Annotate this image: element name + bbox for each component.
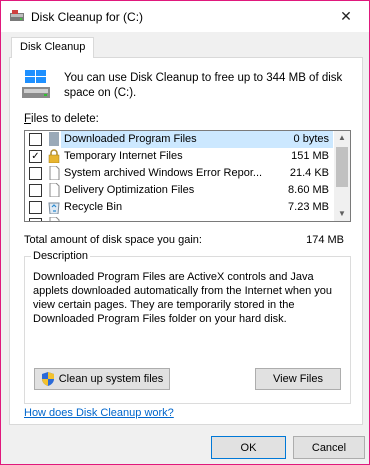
checkbox[interactable]	[29, 167, 42, 180]
blank-file-icon	[47, 132, 61, 146]
disk-cleanup-window: Disk Cleanup for (C:) ✕ Disk Cleanup You…	[0, 0, 370, 465]
files-to-delete-label: Files to delete:	[24, 113, 99, 125]
list-item[interactable]	[25, 216, 335, 221]
files-to-delete-list[interactable]: Downloaded Program Files 0 bytes ✓ Tempo…	[24, 130, 351, 222]
list-item-size: 8.60 MB	[288, 184, 329, 196]
description-legend: Description	[31, 250, 91, 262]
help-link[interactable]: How does Disk Cleanup work?	[24, 407, 174, 419]
list-scrollbar[interactable]: ▲ ▼	[334, 131, 350, 221]
total-space-value: 174 MB	[306, 234, 344, 246]
scroll-down-arrow-icon[interactable]: ▼	[334, 207, 350, 221]
cancel-button[interactable]: Cancel	[293, 436, 365, 459]
scroll-up-arrow-icon[interactable]: ▲	[334, 131, 350, 145]
list-item-label	[61, 216, 333, 221]
document-icon	[47, 216, 61, 221]
list-item[interactable]: ✓ Temporary Internet Files 151 MB	[25, 148, 335, 165]
document-icon	[47, 165, 61, 181]
list-item-size: 151 MB	[291, 150, 329, 162]
list-item-size: 21.4 KB	[289, 167, 329, 179]
windows-drive-icon	[22, 70, 50, 100]
close-icon: ✕	[340, 8, 352, 24]
scroll-thumb[interactable]	[336, 147, 348, 187]
checkbox[interactable]	[29, 218, 42, 221]
clean-up-system-files-button[interactable]: Clean up system files	[34, 368, 170, 390]
checkbox[interactable]	[29, 133, 42, 146]
uac-shield-icon	[41, 372, 55, 386]
list-item[interactable]: Delivery Optimization Files 8.60 MB	[25, 182, 335, 199]
description-text: Downloaded Program Files are ActiveX con…	[33, 271, 333, 325]
intro-text: You can use Disk Cleanup to free up to 3…	[64, 72, 343, 99]
list-item-label: Downloaded Program Files	[61, 131, 333, 148]
total-space-label: Total amount of disk space you gain:	[24, 234, 202, 246]
ok-button[interactable]: OK	[211, 436, 286, 459]
list-item-size: 0 bytes	[293, 133, 329, 145]
list-item[interactable]: System archived Windows Error Repor... 2…	[25, 165, 335, 182]
clean-up-system-files-label: Clean up system files	[58, 373, 164, 385]
list-item-size: 7.23 MB	[288, 201, 329, 213]
disk-cleanup-panel: You can use Disk Cleanup to free up to 3…	[9, 57, 363, 425]
list-item[interactable]: Downloaded Program Files 0 bytes	[25, 131, 335, 148]
list-item[interactable]: Recycle Bin 7.23 MB	[25, 199, 335, 216]
tab-strip: Disk Cleanup	[7, 37, 363, 58]
tab-disk-cleanup[interactable]: Disk Cleanup	[11, 37, 95, 58]
document-icon	[47, 182, 61, 198]
window-title: Disk Cleanup for (C:)	[31, 10, 144, 24]
close-button[interactable]: ✕	[323, 1, 369, 32]
checkbox-checked[interactable]: ✓	[29, 150, 42, 163]
lock-icon	[47, 149, 61, 164]
view-files-button[interactable]: View Files	[255, 368, 341, 390]
checkbox[interactable]	[29, 201, 42, 214]
checkbox[interactable]	[29, 184, 42, 197]
title-bar[interactable]: Disk Cleanup for (C:) ✕	[1, 1, 369, 32]
recycle-bin-icon	[47, 200, 61, 215]
disk-cleanup-app-icon	[9, 10, 25, 22]
